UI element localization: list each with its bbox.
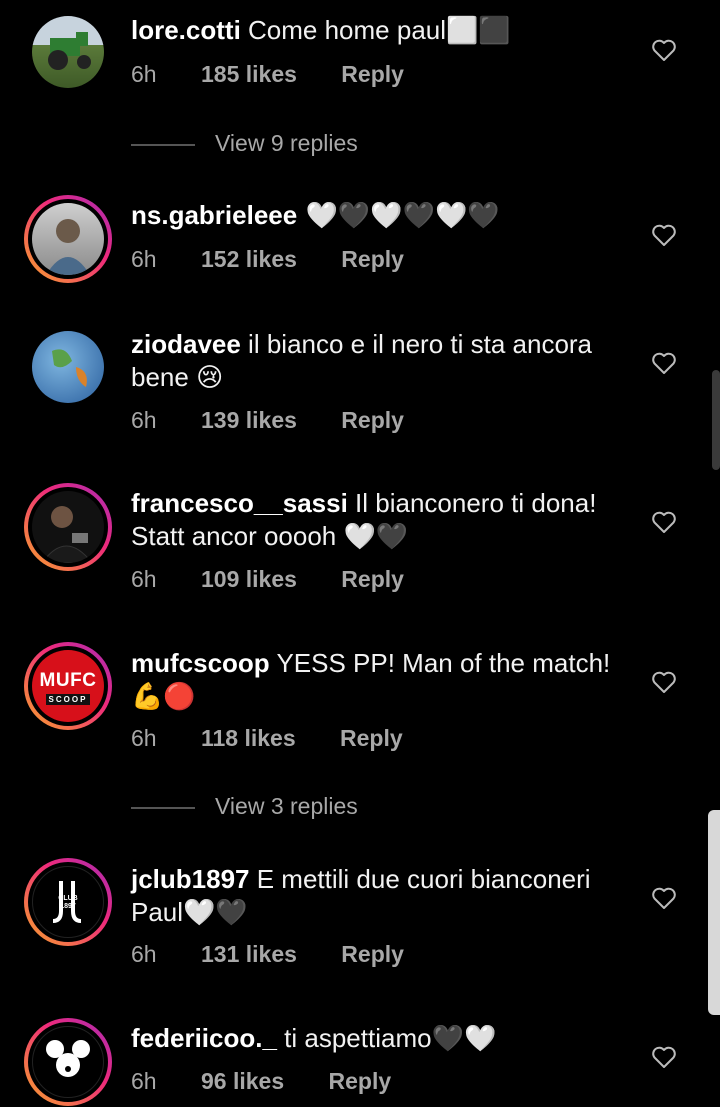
comment-meta: 6h 118 likes Reply xyxy=(131,725,403,752)
heart-outline-icon[interactable] xyxy=(651,886,677,910)
view-replies-button[interactable]: View 3 replies xyxy=(131,793,531,823)
comment-meta: 6h 139 likes Reply xyxy=(131,407,404,434)
comment-likes[interactable]: 118 likes xyxy=(201,725,296,752)
comment-username[interactable]: mufcscoop xyxy=(131,648,270,678)
comment-body: Come home paul⬜⬛ xyxy=(240,15,511,45)
view-replies-label[interactable]: View 9 replies xyxy=(215,130,358,157)
comment-text: ns.gabrieleee 🤍🖤🤍🖤🤍🖤 xyxy=(131,199,631,233)
comment-body: ti aspettiamo🖤🤍 xyxy=(276,1023,497,1053)
comment-text: jclub1897 E mettili due cuori bianconeri… xyxy=(131,863,631,929)
heart-outline-icon[interactable] xyxy=(651,223,677,247)
avatar[interactable] xyxy=(24,1018,112,1106)
comment-meta: 6h 96 likes Reply xyxy=(131,1068,391,1095)
scrollbar[interactable] xyxy=(712,370,720,470)
avatar[interactable]: CLUB 1897 xyxy=(24,858,112,946)
comment-text: mufcscoop YESS PP! Man of the match! 💪🔴 xyxy=(131,647,631,713)
comment-body: 🤍🖤🤍🖤🤍🖤 xyxy=(297,201,500,231)
comment-username[interactable]: federiicoo._ xyxy=(131,1023,277,1053)
comment-meta: 6h 131 likes Reply xyxy=(131,941,404,968)
comment-text: lore.cotti Come home paul⬜⬛ xyxy=(131,14,631,47)
comment-likes[interactable]: 131 likes xyxy=(201,941,297,968)
avatar[interactable] xyxy=(24,323,112,411)
reply-button[interactable]: Reply xyxy=(329,1068,392,1095)
comment-meta: 6h 185 likes Reply xyxy=(131,61,404,88)
comment-meta: 6h 109 likes Reply xyxy=(131,566,404,593)
comment-likes[interactable]: 152 likes xyxy=(201,246,297,273)
comment-text: francesco__sassi Il bianconero ti dona! … xyxy=(131,487,631,553)
comment-username[interactable]: lore.cotti xyxy=(131,15,241,45)
avatar[interactable]: MUFC SCOOP xyxy=(24,642,112,730)
heart-outline-icon[interactable] xyxy=(651,1045,677,1069)
comment-time: 6h xyxy=(131,941,157,967)
comment-likes[interactable]: 96 likes xyxy=(201,1068,284,1095)
comment-username[interactable]: ns.gabrieleee xyxy=(131,200,297,230)
divider-line xyxy=(131,807,195,809)
comment-text: federiicoo._ ti aspettiamo🖤🤍 xyxy=(131,1022,631,1055)
comment-text: ziodavee il bianco e il nero ti sta anco… xyxy=(131,328,631,394)
mufc-logo-text: MUFC xyxy=(39,670,97,691)
heart-outline-icon[interactable] xyxy=(651,38,677,62)
comment-username[interactable]: francesco__sassi xyxy=(131,488,348,518)
reply-button[interactable]: Reply xyxy=(340,725,403,752)
mufc-logo: MUFC SCOOP xyxy=(32,650,104,722)
comment-likes[interactable]: 139 likes xyxy=(201,407,297,434)
avatar[interactable] xyxy=(24,8,112,96)
scroll-handle[interactable] xyxy=(708,810,720,1015)
comment-username[interactable]: jclub1897 xyxy=(131,864,250,894)
reply-button[interactable]: Reply xyxy=(341,61,404,88)
avatar[interactable] xyxy=(24,195,112,283)
comment-time: 6h xyxy=(131,566,157,592)
jclub-logo: CLUB 1897 xyxy=(32,866,104,938)
comment-time: 6h xyxy=(131,1068,157,1094)
comment-likes[interactable]: 109 likes xyxy=(201,566,297,593)
divider-line xyxy=(131,144,195,146)
comment-time: 6h xyxy=(131,61,157,87)
jclub-logo-year: 1897 xyxy=(60,903,76,910)
reply-button[interactable]: Reply xyxy=(341,566,404,593)
comment-time: 6h xyxy=(131,246,157,272)
heart-outline-icon[interactable] xyxy=(651,510,677,534)
reply-button[interactable]: Reply xyxy=(341,246,404,273)
mufc-logo-subtext: SCOOP xyxy=(46,694,90,705)
reply-button[interactable]: Reply xyxy=(341,407,404,434)
avatar[interactable] xyxy=(24,483,112,571)
comment-time: 6h xyxy=(131,407,157,433)
comment-meta: 6h 152 likes Reply xyxy=(131,246,404,273)
heart-outline-icon[interactable] xyxy=(651,670,677,694)
jclub-logo-text: CLUB xyxy=(58,895,78,902)
comment-username[interactable]: ziodavee xyxy=(131,329,241,359)
comment-likes[interactable]: 185 likes xyxy=(201,61,297,88)
reply-button[interactable]: Reply xyxy=(341,941,404,968)
comment-time: 6h xyxy=(131,725,157,751)
view-replies-button[interactable]: View 9 replies xyxy=(131,130,531,160)
heart-outline-icon[interactable] xyxy=(651,351,677,375)
view-replies-label[interactable]: View 3 replies xyxy=(215,793,358,820)
